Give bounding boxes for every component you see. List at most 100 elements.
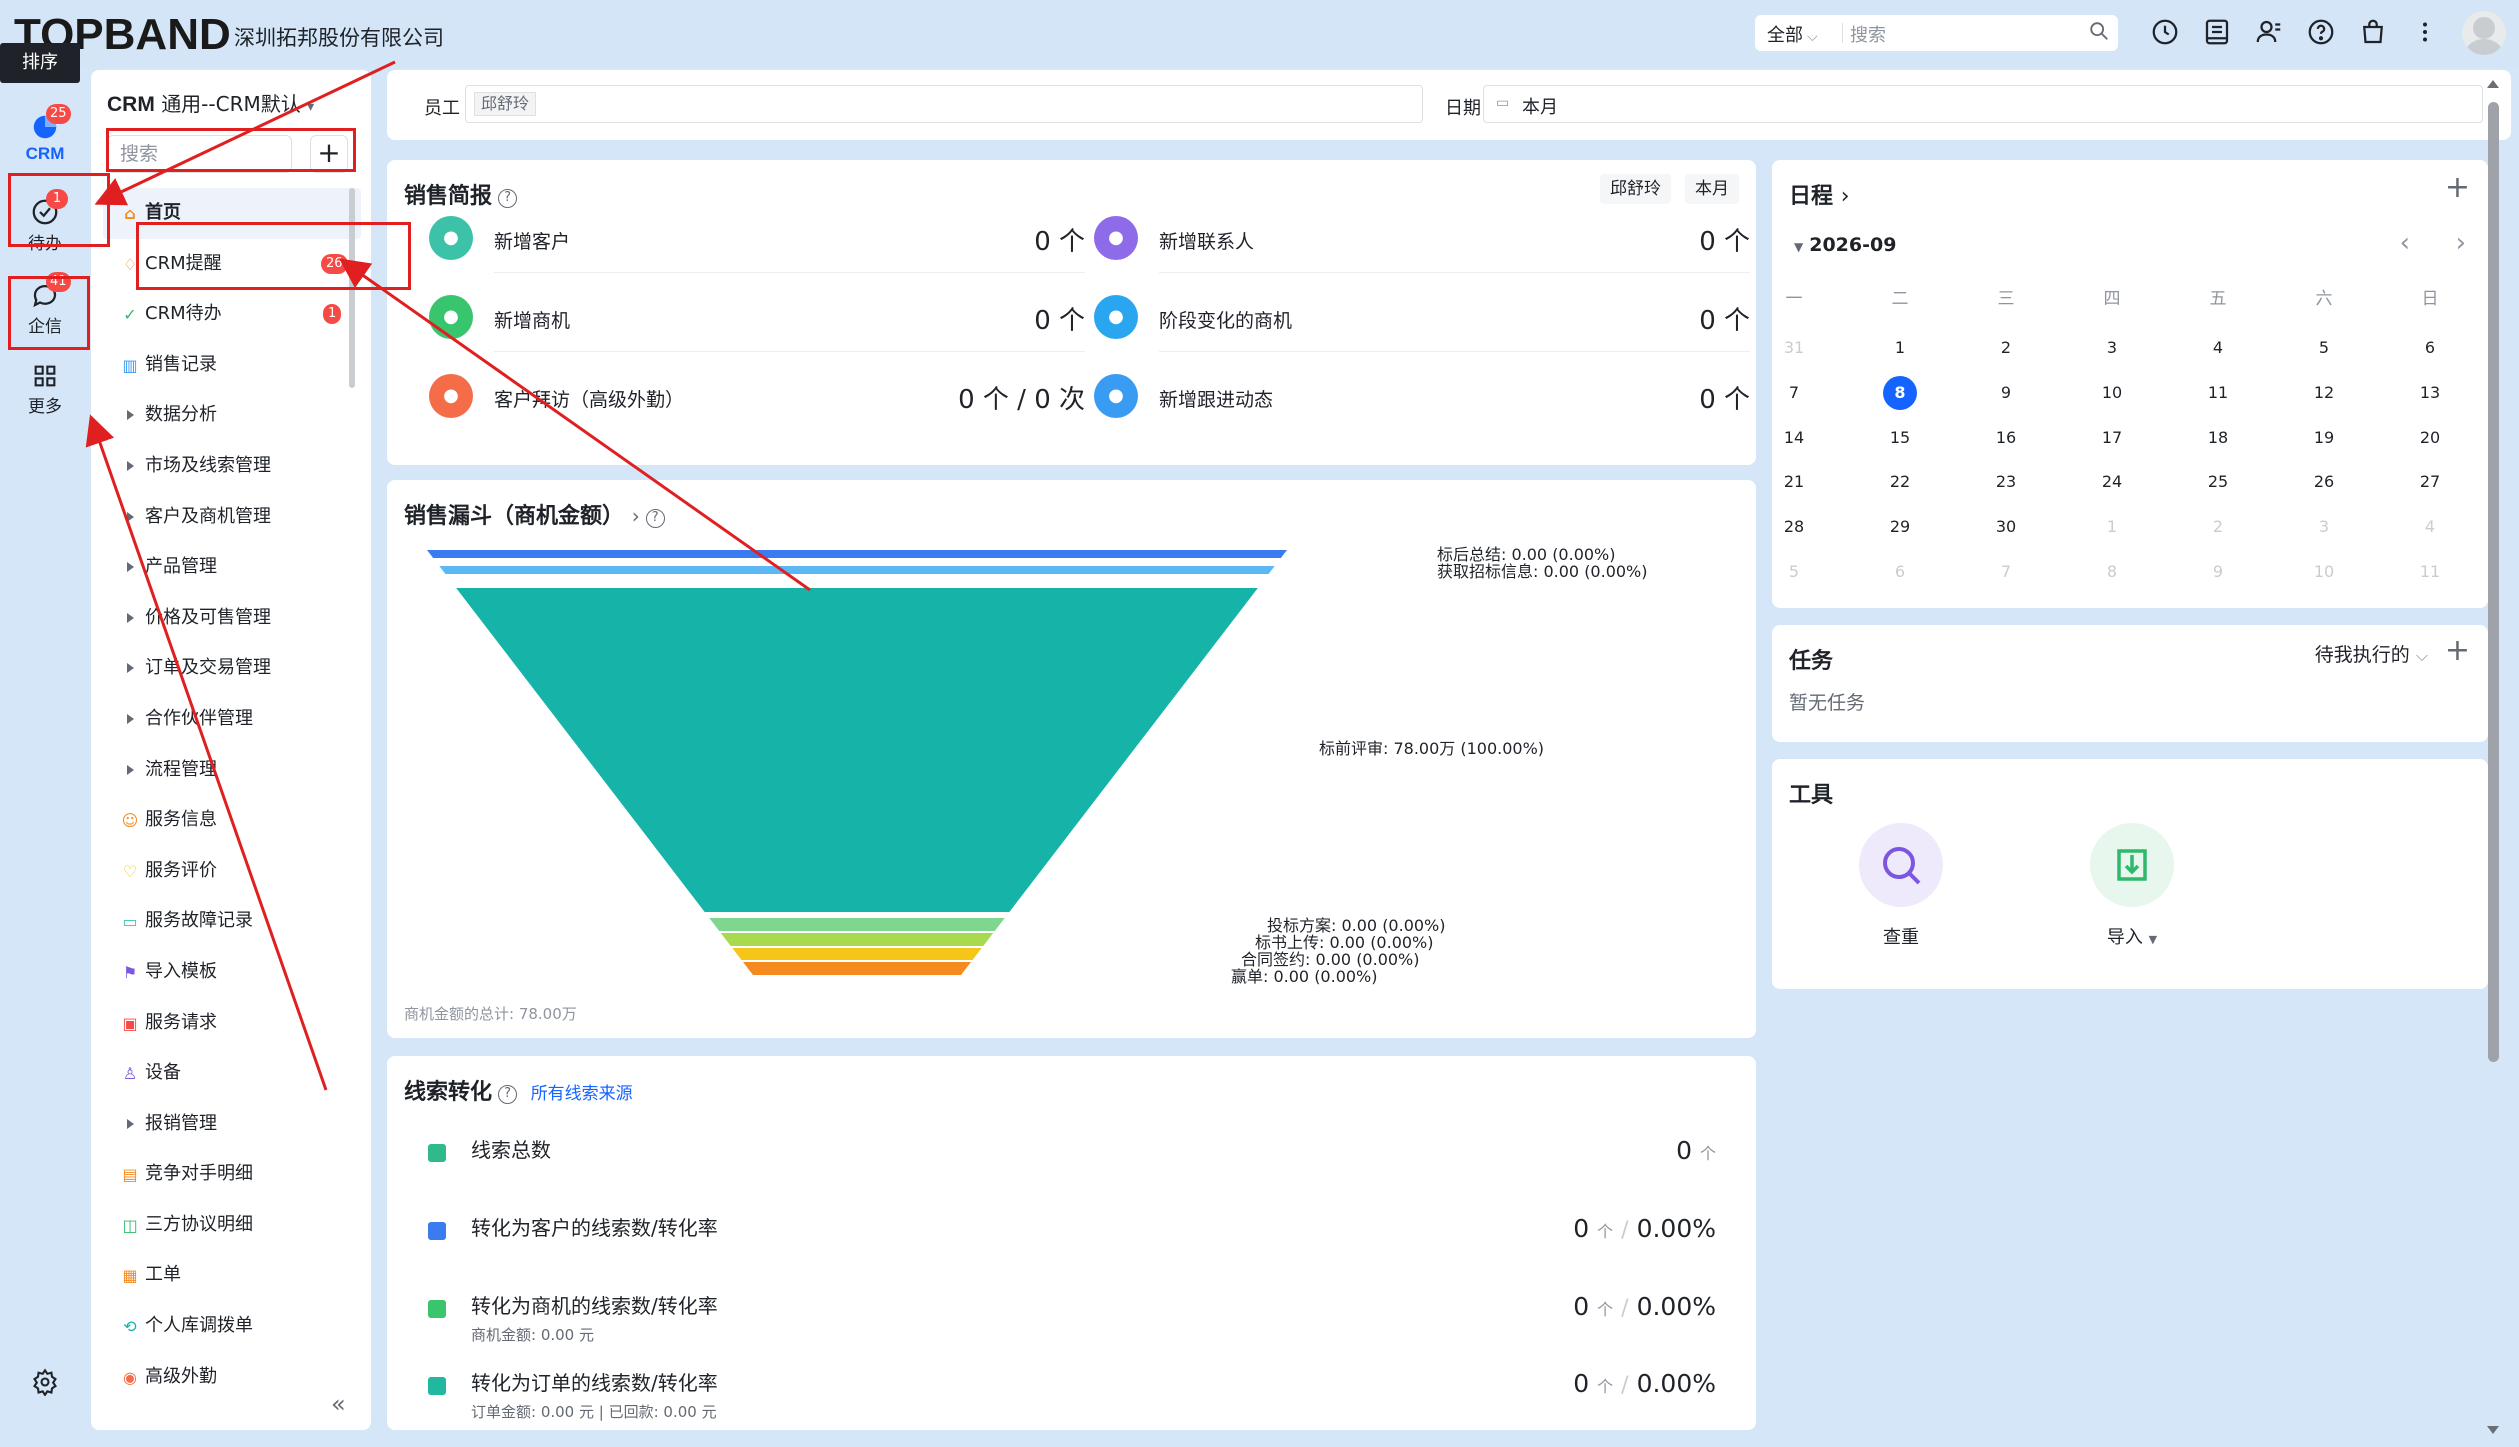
calendar-day[interactable]: 3: [2304, 507, 2344, 547]
calendar-day[interactable]: 17: [2092, 418, 2132, 458]
calendar-day[interactable]: 22: [1880, 462, 1920, 502]
sidebar-item[interactable]: 报销管理: [103, 1099, 361, 1150]
calendar-day[interactable]: 7: [1986, 552, 2026, 592]
prev-month-button[interactable]: ‹: [2400, 228, 2410, 258]
avatar[interactable]: [2462, 11, 2506, 55]
metric-item[interactable]: ● 新增客户 0 个: [429, 203, 1085, 273]
more-vertical-icon[interactable]: [2410, 17, 2442, 49]
funnel-stage[interactable]: [439, 566, 1275, 574]
calendar-day[interactable]: 1: [1880, 328, 1920, 368]
sidebar-item[interactable]: 产品管理: [103, 542, 361, 593]
sidebar-item[interactable]: 数据分析: [103, 390, 361, 441]
search-icon[interactable]: [2088, 20, 2110, 47]
brief-period-chip[interactable]: 本月: [1685, 174, 1739, 204]
sidebar-item[interactable]: ▥ 销售记录: [103, 340, 361, 391]
sidebar-item[interactable]: ▤ 竞争对手明细: [103, 1149, 361, 1200]
sidebar-item[interactable]: ♙ 设备: [103, 1048, 361, 1099]
task-filter-select[interactable]: 待我执行的 ⌵: [2315, 640, 2428, 667]
sidebar-item[interactable]: 市场及线索管理: [103, 441, 361, 492]
calendar-day[interactable]: 28: [1774, 507, 1814, 547]
rail-item-crm[interactable]: CRM 25: [0, 104, 90, 164]
lead-row[interactable]: 转化为订单的线索数/转化率 订单金额: 0.00 元 | 已回款: 0.00 元 0…: [404, 1355, 1716, 1431]
search-input[interactable]: 搜索: [1850, 21, 1886, 47]
sidebar-item[interactable]: ⚑ 导入模板: [103, 947, 361, 998]
settings-button[interactable]: [0, 1368, 90, 1398]
lead-source-link[interactable]: 所有线索来源: [531, 1084, 633, 1104]
calendar-day[interactable]: 29: [1880, 507, 1920, 547]
funnel-stage[interactable]: [709, 918, 1005, 931]
rail-item-more[interactable]: 更多: [0, 362, 90, 417]
date-picker[interactable]: ▭ 本月: [1483, 85, 2483, 123]
search-scope-select[interactable]: 全部 ⌵: [1767, 21, 1818, 47]
calendar-day[interactable]: 6: [1880, 552, 1920, 592]
rail-item-message[interactable]: 企信 41: [0, 272, 90, 337]
funnel-stage[interactable]: [427, 550, 1287, 558]
sidebar-item[interactable]: 价格及可售管理: [103, 593, 361, 644]
next-month-button[interactable]: ›: [2456, 228, 2466, 258]
funnel-stage[interactable]: [743, 962, 971, 975]
sidebar-item[interactable]: ♡ 服务评价: [103, 846, 361, 897]
tool-import[interactable]: 导入 ▼: [2082, 823, 2182, 949]
employee-tag[interactable]: 邱舒玲: [474, 92, 537, 116]
help-icon[interactable]: [2306, 17, 2338, 49]
sidebar-item[interactable]: ◫ 三方协议明细: [103, 1200, 361, 1251]
employee-select[interactable]: 邱舒玲: [465, 85, 1423, 123]
nav-header[interactable]: CRM 通用--CRM默认 ▾: [107, 88, 314, 117]
calendar-day[interactable]: 1: [2092, 507, 2132, 547]
contacts-book-icon[interactable]: [2202, 17, 2234, 49]
schedule-title[interactable]: 日程 ›: [1789, 178, 1850, 210]
calendar-day[interactable]: 7: [1774, 373, 1814, 413]
global-search[interactable]: 全部 ⌵ 搜索: [1755, 15, 2118, 51]
calendar-day[interactable]: 12: [2304, 373, 2344, 413]
add-schedule-button[interactable]: +: [2445, 170, 2470, 205]
calendar-day[interactable]: 9: [2198, 552, 2238, 592]
calendar-day[interactable]: 20: [2410, 418, 2450, 458]
metric-item[interactable]: ● 新增跟进动态 0 个: [1094, 361, 1750, 431]
sidebar-item[interactable]: ▣ 服务请求: [103, 998, 361, 1049]
calendar-day[interactable]: 9: [1986, 373, 2026, 413]
metric-item[interactable]: ● 客户拜访（高级外勤） 0 个 / 0 次: [429, 361, 1085, 431]
metric-item[interactable]: ● 新增商机 0 个: [429, 282, 1085, 352]
month-selector[interactable]: ▼ 2026-09: [1794, 234, 1896, 256]
funnel-stage[interactable]: [720, 933, 994, 946]
sidebar-item[interactable]: ◉ 高级外勤: [103, 1352, 361, 1403]
bag-icon[interactable]: [2358, 17, 2390, 49]
tool-dedupe[interactable]: 查重: [1856, 823, 1946, 949]
calendar-day[interactable]: 23: [1986, 462, 2026, 502]
sidebar-item[interactable]: 合作伙伴管理: [103, 694, 361, 745]
lead-row[interactable]: 转化为客户的线索数/转化率 0 个/0.00%: [404, 1200, 1716, 1276]
sidebar-item[interactable]: 流程管理: [103, 745, 361, 796]
sidebar-item[interactable]: 客户及商机管理: [103, 492, 361, 543]
calendar-day[interactable]: 13: [2410, 373, 2450, 413]
lead-row[interactable]: 线索总数 0 个: [404, 1122, 1716, 1198]
calendar-day[interactable]: 18: [2198, 418, 2238, 458]
add-task-button[interactable]: +: [2445, 633, 2470, 668]
rail-item-todo[interactable]: 待办 1: [0, 189, 90, 254]
calendar-day[interactable]: 4: [2198, 328, 2238, 368]
calendar-day[interactable]: 14: [1774, 418, 1814, 458]
calendar-day[interactable]: 10: [2092, 373, 2132, 413]
page-scrollbar[interactable]: [2483, 72, 2503, 1442]
help-icon[interactable]: ?: [498, 1085, 518, 1104]
calendar-day[interactable]: 21: [1774, 462, 1814, 502]
calendar-day[interactable]: 30: [1986, 507, 2026, 547]
calendar-day[interactable]: 11: [2410, 552, 2450, 592]
calendar-day[interactable]: 5: [1774, 552, 1814, 592]
metric-item[interactable]: ● 新增联系人 0 个: [1094, 203, 1750, 273]
lead-row[interactable]: 转化为商机的线索数/转化率 商机金额: 0.00 元 0 个/0.00%: [404, 1278, 1716, 1354]
calendar-day[interactable]: 27: [2410, 462, 2450, 502]
add-button[interactable]: +: [310, 135, 348, 173]
sidebar-item[interactable]: ✓ CRM待办 1: [103, 289, 361, 340]
calendar-day[interactable]: 15: [1880, 418, 1920, 458]
calendar-day[interactable]: 8: [1880, 373, 1920, 413]
collapse-nav-button[interactable]: «: [331, 1390, 346, 1418]
funnel-stage[interactable]: [456, 588, 1258, 912]
calendar-day[interactable]: 2: [2198, 507, 2238, 547]
scroll-down-arrow[interactable]: [2487, 1426, 2499, 1434]
calendar-day[interactable]: 19: [2304, 418, 2344, 458]
sidebar-item[interactable]: 订单及交易管理: [103, 643, 361, 694]
calendar-day[interactable]: 31: [1774, 328, 1814, 368]
user-group-icon[interactable]: [2254, 17, 2286, 49]
calendar-day[interactable]: 26: [2304, 462, 2344, 502]
scroll-thumb[interactable]: [2488, 102, 2499, 1062]
